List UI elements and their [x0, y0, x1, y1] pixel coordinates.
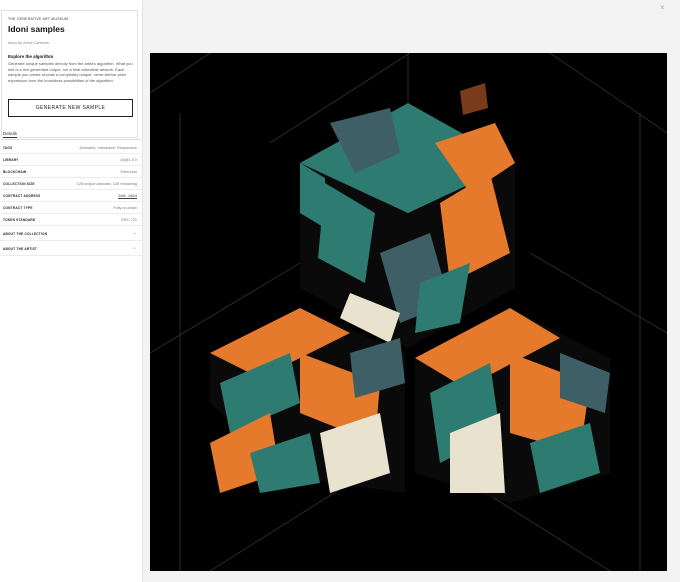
- accordion-about-artist[interactable]: ABOUT THE ARTIST ⌄: [0, 241, 142, 256]
- detail-value: Ethereum: [120, 170, 137, 174]
- generate-new-sample-button[interactable]: GENERATE NEW SAMPLE: [8, 99, 133, 117]
- detail-row-library: LIBRARY p5@1.0.0: [0, 154, 142, 166]
- generative-artwork: [150, 53, 667, 571]
- tab-bar: Details: [1, 130, 141, 140]
- detail-row-tags: TAGS Animated, Interactive, Responsive: [0, 142, 142, 154]
- detail-row-token-standard: TOKEN STANDARD ERC-721: [0, 214, 142, 226]
- details-list: TAGS Animated, Interactive, Responsive L…: [0, 142, 142, 256]
- tab-details[interactable]: Details: [3, 131, 18, 138]
- artwork-canvas[interactable]: [150, 53, 667, 571]
- detail-row-collection-size: COLLECTION SIZE 128 unique artworks, 128…: [0, 178, 142, 190]
- detail-key: TOKEN STANDARD: [3, 218, 36, 222]
- detail-row-contract-address: CONTRACT ADDRESS 0x9f...b624: [0, 190, 142, 202]
- detail-value: ERC-721: [121, 218, 137, 222]
- detail-key: LIBRARY: [3, 158, 19, 162]
- accordion-label: ABOUT THE COLLECTION: [3, 232, 48, 236]
- detail-row-contract-type: CONTRACT TYPE Fully on-chain: [0, 202, 142, 214]
- accordion-label: ABOUT THE ARTIST: [3, 247, 38, 251]
- close-icon[interactable]: ×: [660, 3, 665, 12]
- detail-key: CONTRACT ADDRESS: [3, 194, 41, 198]
- detail-key: BLOCKCHAIN: [3, 170, 27, 174]
- page-title: Idoni samples: [8, 24, 65, 34]
- detail-key: COLLECTION SIZE: [3, 182, 35, 186]
- museum-label: THE GENERATIVE ART MUSEUM: [8, 17, 69, 21]
- detail-key: CONTRACT TYPE: [3, 206, 33, 210]
- sidebar: THE GENERATIVE ART MUSEUM Idoni samples …: [0, 0, 143, 582]
- detail-key: TAGS: [3, 146, 13, 150]
- explore-description: Generate unique samples directly from th…: [8, 61, 133, 83]
- detail-value: Animated, Interactive, Responsive: [79, 146, 137, 150]
- accordion-about-collection[interactable]: ABOUT THE COLLECTION ⌄: [0, 226, 142, 241]
- contract-address-link[interactable]: 0x9f...b624: [118, 194, 137, 198]
- chevron-down-icon: ⌄: [131, 245, 137, 251]
- explore-heading: Explore the algorithm: [8, 54, 54, 59]
- byline: Idoni by Anna Carreras: [8, 40, 49, 45]
- detail-row-blockchain: BLOCKCHAIN Ethereum: [0, 166, 142, 178]
- chevron-down-icon: ⌄: [131, 230, 137, 236]
- detail-value: Fully on-chain: [113, 206, 137, 210]
- info-card: THE GENERATIVE ART MUSEUM Idoni samples …: [1, 10, 138, 138]
- detail-value: p5@1.0.0: [120, 158, 137, 162]
- detail-value: 128 unique artworks, 128 remaining: [76, 182, 137, 186]
